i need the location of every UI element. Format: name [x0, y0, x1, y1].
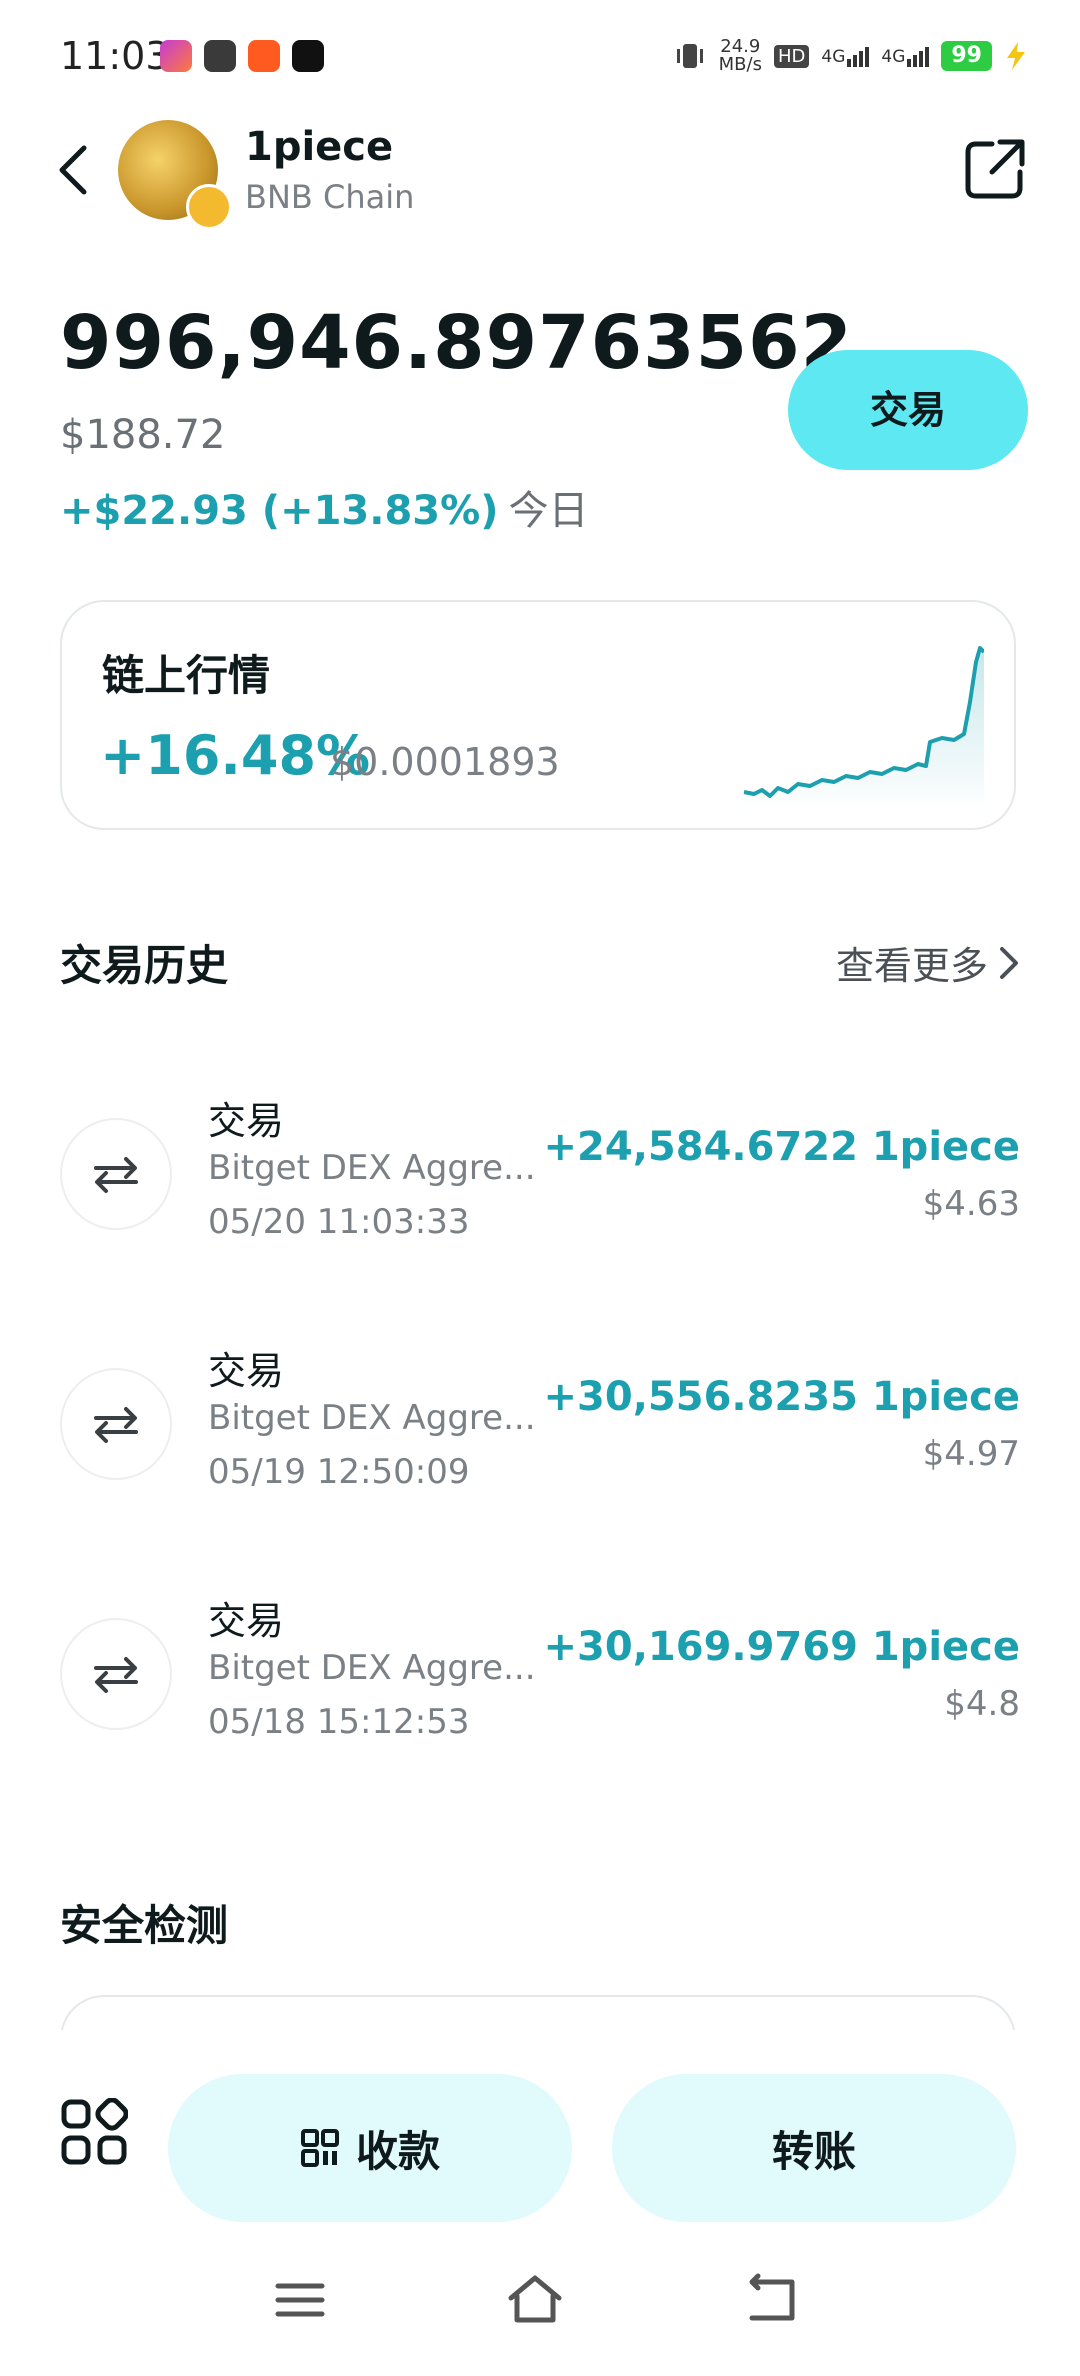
- back-icon[interactable]: [742, 2270, 802, 2330]
- transfer-button[interactable]: 转账: [612, 2074, 1016, 2222]
- balance-usd: $188.72: [60, 412, 226, 458]
- history-item[interactable]: 交易 Bitget DEX Aggre... 05/19 12:50:09 +3…: [60, 1330, 1020, 1510]
- token-header: 1piece BNB Chain: [0, 110, 1080, 230]
- tx-value: $4.97: [922, 1434, 1020, 1474]
- security-title: 安全检测: [60, 1901, 229, 1950]
- daily-change: +$22.93 (+13.83%) 今日: [60, 478, 588, 536]
- daily-change-period: 今日: [508, 488, 589, 534]
- history-title: 交易历史: [60, 941, 229, 990]
- tx-type: 交易: [208, 1099, 285, 1143]
- see-more-link[interactable]: 查看更多: [836, 935, 1020, 990]
- tx-source: Bitget DEX Aggre...: [208, 1148, 536, 1188]
- swap-icon: [60, 1368, 172, 1480]
- tx-amount: +30,556.8235 1piece: [543, 1374, 1020, 1420]
- battery-indicator: 99: [941, 41, 992, 71]
- price-sparkline: [743, 646, 984, 812]
- token-balance: 996,946.89763562: [60, 300, 854, 386]
- qr-code-icon: [300, 2129, 339, 2167]
- tx-amount: +30,169.9769 1piece: [543, 1624, 1020, 1670]
- onchain-market-card[interactable]: 链上行情 +16.48% $0.0001893: [60, 600, 1016, 830]
- token-name: 1piece: [245, 124, 394, 170]
- tx-source: Bitget DEX Aggre...: [208, 1398, 536, 1438]
- daily-change-value: +$22.93 (+13.83%): [60, 488, 499, 534]
- tx-type: 交易: [208, 1349, 285, 1393]
- bnb-chain-badge-icon: [186, 184, 232, 230]
- hd-badge: HD: [773, 44, 810, 68]
- system-nav-bar: [0, 2230, 1080, 2376]
- receive-button[interactable]: 收款: [168, 2074, 572, 2222]
- tx-time: 05/19 12:50:09: [208, 1452, 470, 1492]
- share-icon[interactable]: [960, 134, 1030, 204]
- bank-app-icon: [160, 40, 192, 72]
- market-title: 链上行情: [102, 651, 271, 700]
- tx-source: Bitget DEX Aggre...: [208, 1648, 536, 1688]
- message-app-icon: [204, 40, 236, 72]
- history-item[interactable]: 交易 Bitget DEX Aggre... 05/18 15:12:53 +3…: [60, 1580, 1020, 1760]
- token-chain: BNB Chain: [245, 178, 415, 216]
- action-bar: 收款 转账: [0, 2030, 1080, 2230]
- tx-value: $4.8: [944, 1684, 1020, 1724]
- apps-grid-icon[interactable]: [60, 2098, 128, 2166]
- see-more-label: 查看更多: [835, 944, 988, 988]
- tx-time: 05/20 11:03:33: [208, 1202, 470, 1242]
- history-item[interactable]: 交易 Bitget DEX Aggre... 05/20 11:03:33 +2…: [60, 1080, 1020, 1260]
- signal-2: 4G: [881, 45, 930, 67]
- swap-icon: [60, 1618, 172, 1730]
- charging-icon: [1007, 42, 1025, 70]
- vibrate-icon: [676, 44, 703, 68]
- status-time: 11:03: [60, 34, 170, 78]
- menu-icon[interactable]: [270, 2270, 330, 2330]
- swap-icon: [60, 1118, 172, 1230]
- token-detail-page: 11:03 24.9 MB/s HD 4G 4G 99 1piece BNB C…: [0, 0, 1080, 2376]
- status-indicators: 24.9 MB/s HD 4G 4G 99: [673, 34, 1028, 78]
- status-bar: 11:03 24.9 MB/s HD 4G 4G 99: [0, 0, 1080, 110]
- tx-time: 05/18 15:12:53: [208, 1702, 470, 1742]
- receive-label: 收款: [355, 2126, 440, 2176]
- tx-type: 交易: [208, 1599, 285, 1643]
- home-icon[interactable]: [505, 2270, 565, 2330]
- market-price: $0.0001893: [330, 740, 560, 784]
- tiktok-app-icon: [292, 40, 324, 72]
- transfer-label: 转账: [771, 2126, 856, 2176]
- net-speed: 24.9 MB/s: [718, 36, 762, 75]
- chevron-left-icon[interactable]: [50, 140, 100, 200]
- signal-1: 4G: [821, 45, 870, 67]
- shop-app-icon: [248, 40, 280, 72]
- trade-button[interactable]: 交易: [788, 350, 1028, 470]
- tx-value: $4.63: [922, 1184, 1020, 1224]
- chevron-right-icon: [1000, 946, 1018, 979]
- tx-amount: +24,584.6722 1piece: [543, 1124, 1020, 1170]
